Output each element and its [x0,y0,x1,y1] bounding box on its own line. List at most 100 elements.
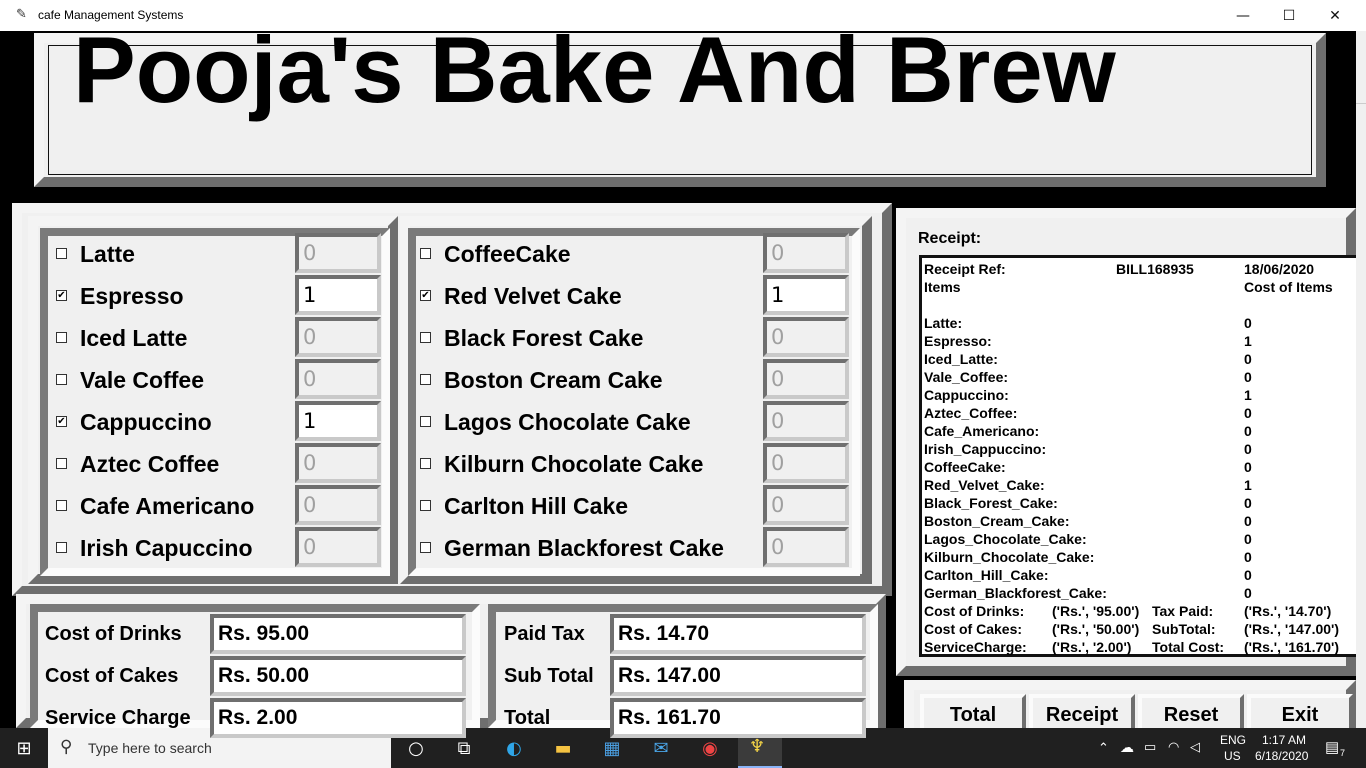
cakes-label[interactable]: Kilburn Chocolate Cake [444,451,703,478]
cakes-quantity-field[interactable]: 1 [763,275,849,315]
chrome-icon[interactable]: ◉ [698,736,722,760]
clock-time[interactable]: 1:17 AM [1262,733,1306,747]
chevron-up-icon[interactable]: ⌃ [1098,740,1109,756]
costs_right-value-field[interactable]: Rs. 161.70 [610,698,866,738]
drinks-quantity-field[interactable]: 0 [295,527,381,567]
cakes-label[interactable]: Red Velvet Cake [444,283,622,310]
drinks-label[interactable]: Iced Latte [80,325,187,352]
receipt-ref-label: Receipt Ref: [924,261,1006,277]
receipt-summary-label: SubTotal: [1152,621,1216,637]
receipt-line-name: Espresso: [924,333,992,349]
drinks-label[interactable]: Latte [80,241,135,268]
drinks-quantity-field[interactable]: 0 [295,443,381,483]
task-view-icon[interactable]: ⧉ [452,736,476,760]
cakes-quantity-field[interactable]: 0 [763,317,849,357]
drinks-quantity-field[interactable]: 0 [295,317,381,357]
cakes-quantity-field[interactable]: 0 [763,401,849,441]
receipt-summary-value: ('Rs.', '147.00') [1244,621,1340,637]
receipt-summary-value: ('Rs.', '50.00') [1052,621,1140,637]
cakes-checkbox[interactable] [420,542,431,553]
drinks-checkbox[interactable] [56,374,67,385]
drinks-checkbox[interactable] [56,332,67,343]
receipt-line-qty: 0 [1244,495,1252,511]
receipt-line-qty: 1 [1244,333,1252,349]
cakes-quantity-field[interactable]: 0 [763,527,849,567]
drinks-checkbox[interactable]: ✔ [56,416,67,427]
receipt-line-qty: 0 [1244,459,1252,475]
drinks-quantity-field[interactable]: 0 [295,233,381,273]
battery-icon[interactable]: ▭ [1144,739,1156,755]
search-placeholder: Type here to search [88,740,212,756]
receipt-heading: Receipt: [918,230,982,247]
drinks-quantity-field[interactable]: 1 [295,275,381,315]
shop-title: Pooja's Bake And Brew [73,17,1116,122]
cortana-icon[interactable]: ○ [404,736,428,760]
volume-icon[interactable]: ◁ [1190,739,1200,755]
receipt-summary-value: ('Rs.', '161.70') [1244,639,1340,655]
clock-date[interactable]: 6/18/2020 [1255,749,1308,763]
drinks-checkbox[interactable] [56,458,67,469]
edge-browser-icon[interactable]: ◐ [502,736,526,760]
cakes-checkbox[interactable] [420,248,431,259]
receipt-summary-value: ('Rs.', '2.00') [1052,639,1132,655]
drinks-checkbox[interactable]: ✔ [56,290,67,301]
windows-start-icon[interactable]: ⊞ [12,736,36,760]
cakes-label[interactable]: German Blackforest Cake [444,535,724,562]
minimize-button[interactable]: — [1220,0,1266,31]
wifi-icon[interactable]: ◠ [1168,739,1179,755]
drinks-label[interactable]: Cafe Americano [80,493,254,520]
drinks-quantity-field[interactable]: 0 [295,485,381,525]
notification-icon[interactable]: ▤ [1325,738,1339,756]
cakes-quantity-field[interactable]: 0 [763,359,849,399]
receipt-line-qty: 0 [1244,549,1252,565]
drinks-label[interactable]: Vale Coffee [80,367,204,394]
receipt-line-name: Boston_Cream_Cake: [924,513,1070,529]
cakes-label[interactable]: Lagos Chocolate Cake [444,409,691,436]
drinks-checkbox[interactable] [56,500,67,511]
drinks-label[interactable]: Aztec Coffee [80,451,219,478]
costs_right-value-field[interactable]: Rs. 147.00 [610,656,866,696]
receipt-line-name: Cappuccino: [924,387,1009,403]
cakes-label[interactable]: Black Forest Cake [444,325,643,352]
cakes-quantity-field[interactable]: 0 [763,443,849,483]
language-code[interactable]: ENG [1220,733,1246,747]
drinks-quantity-field[interactable]: 1 [295,401,381,441]
cakes-quantity-field[interactable]: 0 [763,485,849,525]
drinks-label[interactable]: Irish Capuccino [80,535,253,562]
store-icon[interactable]: ▦ [600,736,624,760]
receipt-summary-label: Cost of Drinks: [924,603,1025,619]
receipt-line-name: Kilburn_Chocolate_Cake: [924,549,1095,565]
cakes-checkbox[interactable] [420,374,431,385]
cakes-checkbox[interactable] [420,458,431,469]
costs_left-value-field[interactable]: Rs. 50.00 [210,656,466,696]
cakes-quantity-field[interactable]: 0 [763,233,849,273]
costs_right-value-field[interactable]: Rs. 14.70 [610,614,866,654]
drinks-label[interactable]: Espresso [80,283,184,310]
costs_left-value-field[interactable]: Rs. 2.00 [210,698,466,738]
drinks-checkbox[interactable] [56,248,67,259]
receipt-line-name: Aztec_Coffee: [924,405,1018,421]
receipt-summary-label: Tax Paid: [1152,603,1214,619]
costs_left-value-field[interactable]: Rs. 95.00 [210,614,466,654]
close-button[interactable]: ✕ [1312,0,1358,31]
maximize-button[interactable]: ☐ [1266,0,1312,31]
language-region[interactable]: US [1224,749,1241,763]
onedrive-icon[interactable]: ☁ [1120,739,1134,756]
file-explorer-icon[interactable]: ▬ [551,736,575,760]
feather-icon: ✎ [16,7,27,22]
background-window-edge [1356,31,1366,728]
cakes-label[interactable]: CoffeeCake [444,241,571,268]
drinks-label[interactable]: Cappuccino [80,409,212,436]
cakes-checkbox[interactable] [420,332,431,343]
drinks-checkbox[interactable] [56,542,67,553]
cakes-checkbox[interactable]: ✔ [420,290,431,301]
drinks-quantity-field[interactable]: 0 [295,359,381,399]
costs_left-label: Service Charge [45,707,191,729]
receipt-ref-value: BILL168935 [1116,261,1194,277]
cakes-label[interactable]: Boston Cream Cake [444,367,663,394]
cakes-checkbox[interactable] [420,416,431,427]
cakes-checkbox[interactable] [420,500,431,511]
cakes-label[interactable]: Carlton Hill Cake [444,493,628,520]
receipt-line-name: Carlton_Hill_Cake: [924,567,1049,583]
mail-icon[interactable]: ✉ [649,736,673,760]
